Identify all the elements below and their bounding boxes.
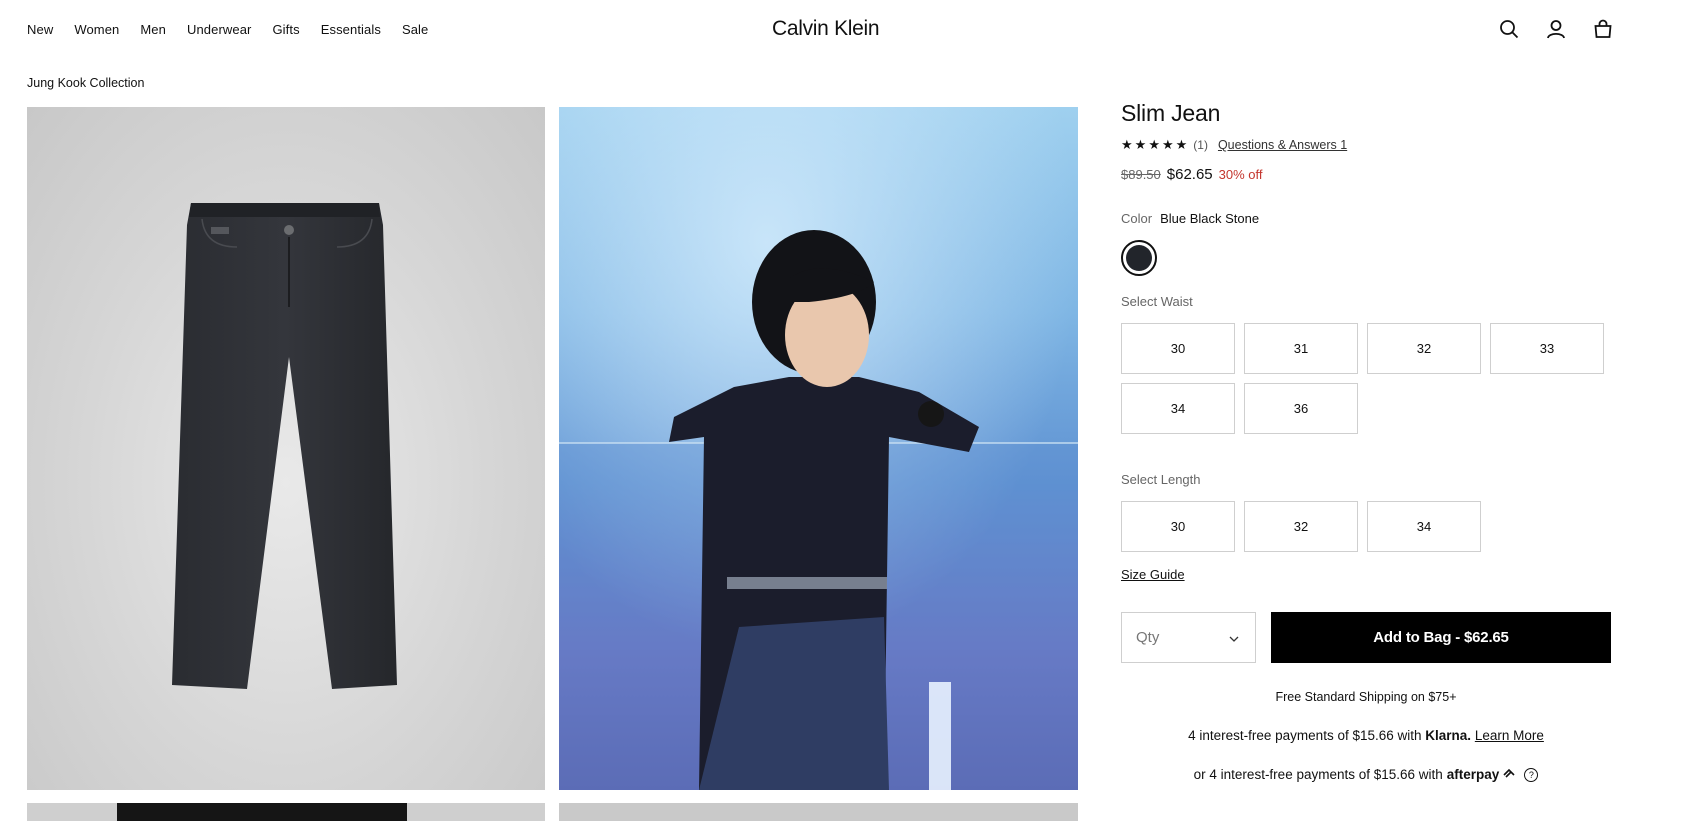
qa-link[interactable]: Questions & Answers 1 — [1218, 138, 1347, 152]
color-row: Color Blue Black Stone — [1121, 211, 1611, 226]
waist-size-button[interactable]: 36 — [1244, 383, 1358, 434]
color-label: Color — [1121, 211, 1153, 226]
nav-item-women[interactable]: Women — [74, 22, 119, 37]
afterpay-logo: afterpay — [1446, 767, 1500, 782]
star-rating[interactable]: ★ ★ ★ ★ ★ — [1121, 137, 1187, 153]
length-size-grid: 30 32 34 — [1121, 501, 1611, 552]
klarna-text: 4 interest-free payments of $15.66 with — [1188, 728, 1422, 743]
color-swatch-blue-black-stone[interactable] — [1121, 240, 1157, 276]
sale-price: $62.65 — [1166, 166, 1213, 183]
main-nav: New Women Men Underwear Gifts Essentials… — [27, 22, 428, 37]
rating-row: ★ ★ ★ ★ ★ (1) Questions & Answers 1 — [1121, 137, 1611, 153]
waist-size-grid: 30 31 32 33 34 36 — [1121, 323, 1611, 434]
review-count[interactable]: (1) — [1193, 138, 1208, 152]
swatch-fill — [1126, 245, 1152, 271]
original-price: $89.50 — [1121, 167, 1161, 182]
waist-size-button[interactable]: 34 — [1121, 383, 1235, 434]
nav-item-gifts[interactable]: Gifts — [272, 22, 299, 37]
klarna-logo: Klarna. — [1425, 728, 1472, 743]
color-value: Blue Black Stone — [1160, 211, 1260, 226]
product-image-4[interactable] — [559, 803, 1078, 821]
product-image-model[interactable] — [559, 107, 1078, 790]
account-icon[interactable] — [1545, 18, 1567, 40]
length-size-button[interactable]: 34 — [1367, 501, 1481, 552]
nav-item-new[interactable]: New — [27, 22, 53, 37]
discount-badge: 30% off — [1218, 167, 1263, 182]
add-to-cart-row: Qty Add to Bag - $62.65 — [1121, 612, 1611, 663]
waist-size-button[interactable]: 31 — [1244, 323, 1358, 374]
chevron-down-icon — [1229, 629, 1239, 646]
star-icon: ★ — [1161, 137, 1174, 152]
star-icon: ★ — [1148, 137, 1160, 152]
waist-size-button[interactable]: 33 — [1490, 323, 1604, 374]
waist-label: Select Waist — [1121, 294, 1193, 309]
product-image-jeans[interactable] — [27, 107, 545, 790]
afterpay-text: or 4 interest-free payments of $15.66 wi… — [1193, 767, 1443, 782]
afterpay-arrows-icon — [1503, 767, 1516, 782]
qty-placeholder: Qty — [1136, 629, 1160, 646]
price-row: $89.50 $62.65 30% off — [1121, 166, 1611, 183]
shipping-info: Free Standard Shipping on $75+ — [1275, 690, 1457, 704]
star-icon: ★ — [1121, 137, 1133, 152]
add-to-bag-button[interactable]: Add to Bag - $62.65 — [1271, 612, 1611, 663]
product-title: Slim Jean — [1121, 100, 1221, 126]
afterpay-info: or 4 interest-free payments of $15.66 wi… — [1121, 767, 1611, 782]
nav-item-underwear[interactable]: Underwear — [187, 22, 252, 37]
klarna-info: 4 interest-free payments of $15.66 with … — [1121, 728, 1611, 743]
star-icon: ★ — [1175, 137, 1188, 152]
length-size-button[interactable]: 30 — [1121, 501, 1235, 552]
waist-size-button[interactable]: 30 — [1121, 323, 1235, 374]
nav-item-sale[interactable]: Sale — [402, 22, 428, 37]
product-details: Slim Jean ★ ★ ★ ★ ★ (1) Questions & Answ… — [1121, 100, 1611, 782]
size-guide-link[interactable]: Size Guide — [1121, 567, 1185, 582]
star-icon: ★ — [1134, 137, 1147, 152]
nav-item-men[interactable]: Men — [140, 22, 166, 37]
help-icon[interactable]: ? — [1524, 767, 1539, 782]
length-label: Select Length — [1121, 472, 1201, 487]
header-actions — [1498, 18, 1614, 40]
nav-item-essentials[interactable]: Essentials — [321, 22, 381, 37]
product-image-3[interactable] — [27, 803, 545, 821]
length-size-button[interactable]: 32 — [1244, 501, 1358, 552]
breadcrumb[interactable]: Jung Kook Collection — [27, 76, 144, 90]
site-header: New Women Men Underwear Gifts Essentials… — [0, 0, 1684, 62]
brand-logo[interactable]: Calvin Klein — [772, 17, 880, 41]
quantity-select[interactable]: Qty — [1121, 612, 1256, 663]
klarna-learn-more-link[interactable]: Learn More — [1475, 728, 1544, 743]
search-icon[interactable] — [1498, 18, 1520, 40]
bag-icon[interactable] — [1592, 18, 1614, 40]
waist-size-button[interactable]: 32 — [1367, 323, 1481, 374]
